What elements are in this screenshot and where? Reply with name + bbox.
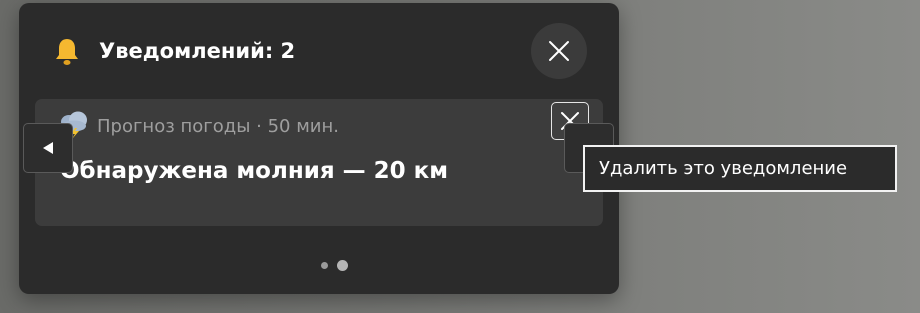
previous-notification-button[interactable] xyxy=(23,123,73,173)
notification-headline: Обнаружена молния — 20 км xyxy=(60,158,449,184)
dismiss-tooltip: Удалить это уведомление xyxy=(583,145,897,192)
notification-source: Прогноз погоды · 50 мин. xyxy=(97,116,339,137)
notification-panel: Уведомлений: 2 Прогноз погоды · 50 мин. … xyxy=(19,3,619,294)
pager-dot-active[interactable] xyxy=(337,260,348,271)
bell-icon xyxy=(56,39,78,65)
triangle-left-icon xyxy=(43,142,53,154)
notification-card[interactable]: Прогноз погоды · 50 мин. Обнаружена молн… xyxy=(35,99,603,226)
pager-dots xyxy=(321,260,348,271)
panel-title: Уведомлений: 2 xyxy=(99,39,296,63)
close-panel-button[interactable] xyxy=(531,23,587,79)
close-icon xyxy=(549,41,569,61)
pager-dot[interactable] xyxy=(321,262,328,269)
